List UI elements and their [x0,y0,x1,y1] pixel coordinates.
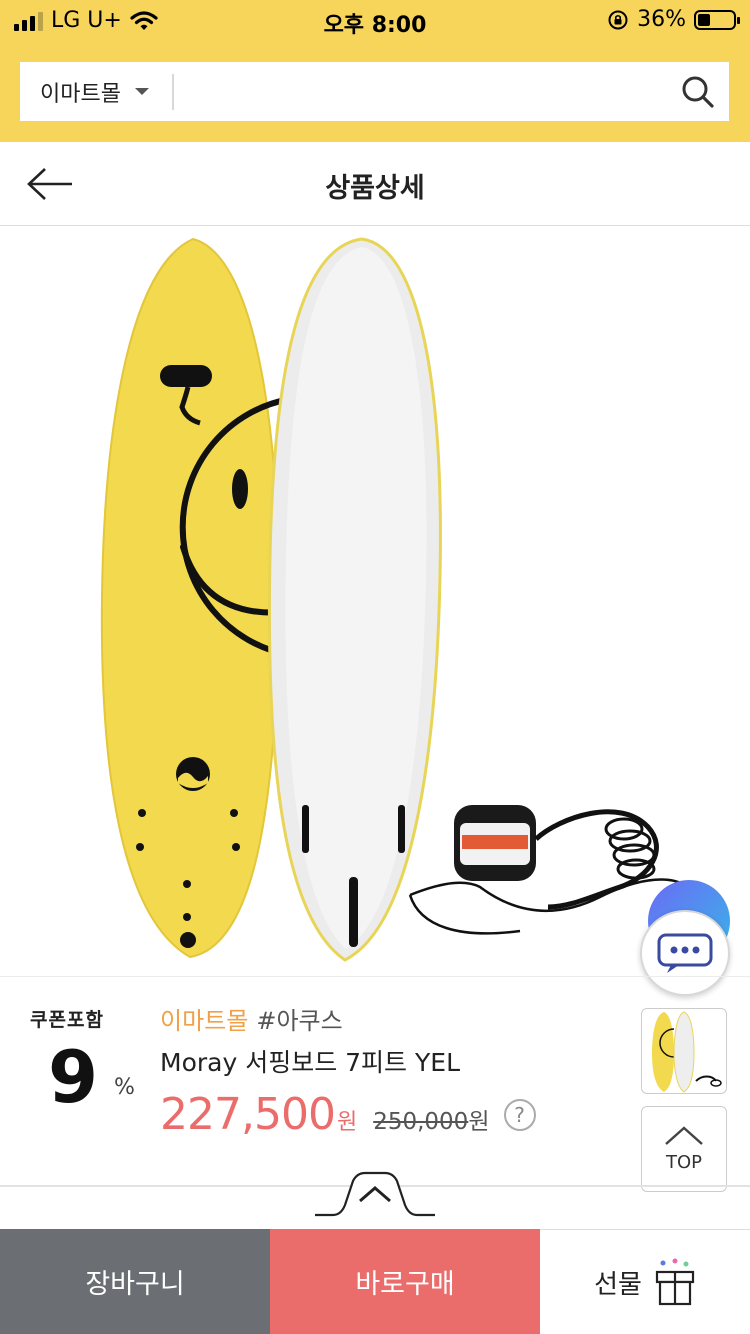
collapse-handle[interactable] [315,1171,435,1217]
search-icon [682,76,714,108]
surfboard-thumbnail [652,1011,722,1093]
original-price-unit: 원 [468,1109,490,1135]
gift-box-icon [655,1258,695,1306]
product-info: 쿠폰포함 9 % 이마트몰 #아쿠스 Moray 서핑보드 7피트 YEL 227… [0,976,750,1186]
product-image[interactable] [0,227,750,975]
caret-down-icon [134,88,149,95]
add-to-cart-button[interactable]: 장바구니 [0,1229,270,1334]
status-right: 36% [607,7,740,32]
brand-tag[interactable]: #아쿠스 [256,1007,342,1035]
orientation-lock-icon [608,10,628,29]
status-bar: LG U+ 오후 8:00 36% [0,0,750,40]
gift-button[interactable]: 선물 [540,1229,750,1334]
search-header: 이마트몰 [0,40,750,142]
coupon-rate: 9 [48,1035,99,1119]
mall-selector[interactable]: 이마트몰 [20,62,172,121]
coupon-badge: 쿠폰포함 9 % [30,1005,140,1113]
mall-selector-label: 이마트몰 [40,81,121,107]
bottom-action-bar: 장바구니 바로구매 선물 [0,1229,750,1334]
product-name: Moray 서핑보드 7피트 YEL [160,1048,461,1077]
search-button[interactable] [667,62,729,121]
chevron-up-icon [315,1171,435,1217]
sale-price: 227,500 [160,1089,336,1140]
battery-percent: 36% [637,7,686,32]
chat-bubble-icon [657,933,713,973]
price-row: 227,500 원 250,000 원 ? [160,1089,536,1140]
title-bar: 상품상세 [0,142,750,226]
top-label: TOP [665,1151,703,1173]
buy-now-button[interactable]: 바로구매 [270,1229,540,1334]
sale-price-unit: 원 [336,1110,358,1135]
coupon-unit: % [114,1075,135,1100]
coupon-label: 쿠폰포함 [30,1009,104,1031]
product-thumbnail[interactable] [641,1008,727,1094]
page-title: 상품상세 [325,173,425,204]
scroll-top-button[interactable]: TOP [641,1106,727,1192]
seller-line: 이마트몰 #아쿠스 [160,1001,343,1036]
search-input[interactable] [174,62,667,121]
search-box: 이마트몰 [20,62,729,121]
original-price: 250,000 [373,1109,469,1135]
surfboard-illustration [100,237,702,962]
chevron-up-icon [665,1125,703,1145]
seller-link[interactable]: 이마트몰 [160,1007,248,1035]
price-help-button[interactable]: ? [503,1098,536,1131]
battery-icon [694,9,740,30]
gift-label: 선물 [594,1269,642,1300]
